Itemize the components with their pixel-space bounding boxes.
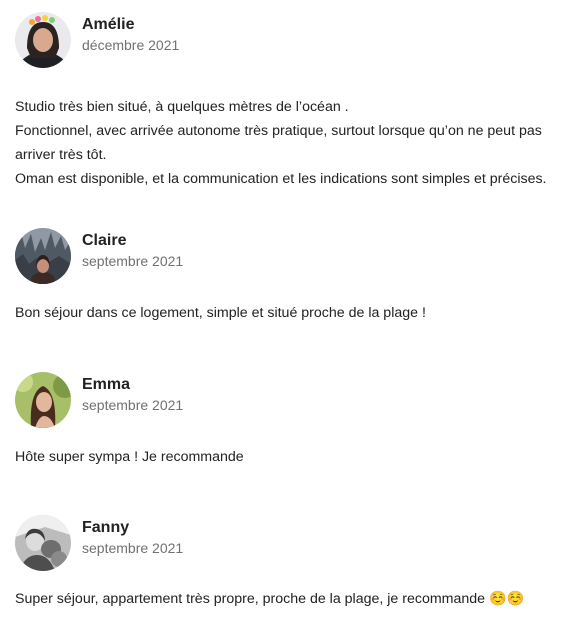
- review-text: Hôte super sympa ! Je recommande: [15, 445, 565, 469]
- review-header: Claire septembre 2021: [15, 228, 565, 286]
- reviewer-name: Fanny: [82, 519, 130, 536]
- review-text-line: arriver très tôt.: [15, 147, 107, 163]
- reviewer-name: Claire: [82, 232, 127, 249]
- review-item: Fanny septembre 2021 Super séjour, appar…: [15, 515, 565, 611]
- avatar-photo-claire-icon: [15, 228, 71, 284]
- review-header: Amélie décembre 2021: [15, 12, 565, 70]
- avatar-photo-amelie-icon: [15, 12, 71, 68]
- avatar[interactable]: [15, 515, 71, 571]
- review-date: septembre 2021: [82, 397, 184, 413]
- reviewer-name: Emma: [82, 376, 131, 393]
- avatar[interactable]: [15, 12, 71, 68]
- avatar[interactable]: [15, 228, 71, 284]
- review-header: Fanny septembre 2021: [15, 515, 565, 573]
- review-date: septembre 2021: [82, 540, 184, 556]
- review-text: Super séjour, appartement très propre, p…: [15, 587, 565, 611]
- avatar-photo-fanny-icon: [15, 515, 71, 571]
- review-header: Emma septembre 2021: [15, 372, 565, 430]
- review-text-line: Studio très bien situé, à quelques mètre…: [15, 99, 349, 115]
- review-item: Emma septembre 2021 Hôte super sympa ! J…: [15, 372, 565, 469]
- review-text: Bon séjour dans ce logement, simple et s…: [15, 301, 565, 325]
- review-text-line: Bon séjour dans ce logement, simple et s…: [15, 305, 426, 321]
- avatar[interactable]: [15, 372, 71, 428]
- review-date: décembre 2021: [82, 37, 180, 53]
- review-text-line: Hôte super sympa ! Je recommande: [15, 449, 244, 465]
- review-text-line: Super séjour, appartement très propre, p…: [15, 591, 525, 607]
- review-text: Studio très bien situé, à quelques mètre…: [15, 95, 565, 191]
- review-date: septembre 2021: [82, 253, 184, 269]
- review-item: Claire septembre 2021 Bon séjour dans ce…: [15, 228, 565, 325]
- review-item: Amélie décembre 2021 Studio très bien si…: [15, 12, 565, 191]
- avatar-photo-emma-icon: [15, 372, 71, 428]
- review-text-line: Oman est disponible, et la communication…: [15, 171, 547, 187]
- review-text-line: Fonctionnel, avec arrivée autonome très …: [15, 123, 542, 139]
- reviewer-name: Amélie: [82, 16, 135, 33]
